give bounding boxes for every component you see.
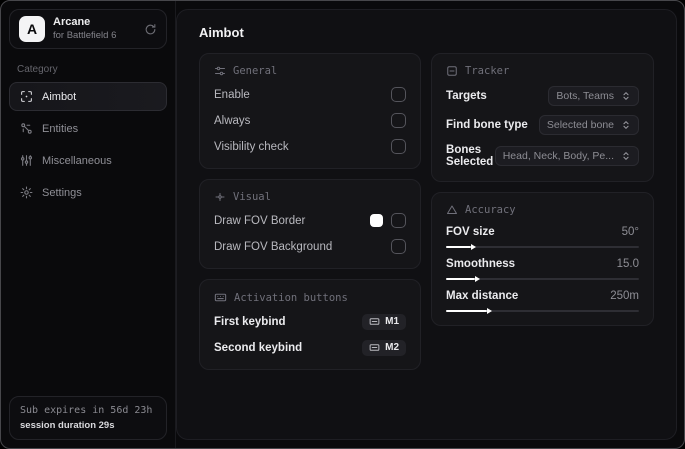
setting-row-always: Always <box>214 112 407 129</box>
slider-value: 50° <box>621 226 639 238</box>
chevrons-up-down-icon <box>621 91 631 101</box>
slider-label: Smoothness <box>446 258 516 270</box>
dropdown-value: Bots, Teams <box>556 90 614 102</box>
page-title: Aimbot <box>199 25 244 40</box>
sidebar: A Arcane for Battlefield 6 Category Aimb… <box>1 1 176 448</box>
setting-row-targets: Targets Bots, Teams <box>446 86 639 106</box>
category-label: Category <box>17 64 58 75</box>
setting-label: Find bone type <box>446 119 528 131</box>
setting-row-find-bone-type: Find bone type Selected bone <box>446 115 639 135</box>
main-panel: Aimbot General Enable Always Visibility … <box>176 9 677 440</box>
sidebar-nav: Aimbot Entities Miscellaneous Settings <box>9 82 167 207</box>
always-checkbox[interactable] <box>391 113 407 128</box>
refresh-icon[interactable] <box>144 23 157 36</box>
brand-subtitle: for Battlefield 6 <box>53 29 117 41</box>
slider-fill <box>446 243 477 250</box>
tune-icon <box>214 65 226 77</box>
brand-card: A Arcane for Battlefield 6 <box>9 9 167 49</box>
setting-label: Second keybind <box>214 341 303 354</box>
targets-dropdown[interactable]: Bots, Teams <box>548 86 639 106</box>
bones-selected-dropdown[interactable]: Head, Neck, Body, Pe... <box>494 146 639 166</box>
keyboard-icon <box>369 342 380 353</box>
setting-label: First keybind <box>214 315 286 328</box>
max-distance-slider[interactable] <box>446 307 639 314</box>
setting-label: Bones Selected <box>446 144 494 168</box>
sidebar-item-label: Entities <box>42 122 79 135</box>
visibility-check-checkbox[interactable] <box>391 139 407 154</box>
draw-fov-background-checkbox[interactable] <box>391 239 407 254</box>
slider-label: Max distance <box>446 290 519 302</box>
card-title: Activation buttons <box>234 291 348 304</box>
dropdown-value: Head, Neck, Body, Pe... <box>502 150 614 162</box>
dropdown-value: Selected bone <box>546 119 614 131</box>
keybind-value: M1 <box>385 316 400 327</box>
card-title: Visual <box>233 191 271 203</box>
card-title: Tracker <box>465 65 510 77</box>
fov-size-slider[interactable] <box>446 243 639 250</box>
gear-icon <box>20 186 33 199</box>
keyboard-icon <box>214 291 227 304</box>
triangle-icon <box>446 204 458 216</box>
second-keybind-button[interactable]: M2 <box>362 339 407 356</box>
setting-label: Targets <box>446 90 487 102</box>
setting-label: Draw FOV Border <box>214 214 306 227</box>
fov-border-color-swatch[interactable] <box>370 214 384 227</box>
sidebar-item-entities[interactable]: Entities <box>9 114 167 143</box>
slider-fill <box>446 307 492 314</box>
sub-expires-text: Sub expires in 56d 23h <box>20 405 153 416</box>
setting-row-visibility-check: Visibility check <box>214 138 407 155</box>
setting-row-bones-selected: Bones Selected Head, Neck, Body, Pe... <box>446 144 639 168</box>
slider-fill <box>446 275 480 282</box>
slider-value: 15.0 <box>616 258 639 270</box>
smoothness-slider[interactable] <box>446 275 639 282</box>
entities-icon <box>20 122 33 135</box>
tracker-card: Tracker Targets Bots, Teams Find bone ty… <box>431 53 654 182</box>
enable-checkbox[interactable] <box>391 87 407 102</box>
card-title: Accuracy <box>465 204 516 216</box>
brand-logo: A <box>19 16 45 42</box>
crosshair-icon <box>20 90 33 103</box>
setting-row-draw-fov-background: Draw FOV Background <box>214 238 407 255</box>
slider-value: 250m <box>610 290 639 302</box>
sidebar-item-settings[interactable]: Settings <box>9 178 167 207</box>
setting-row-first-keybind: First keybind M1 <box>214 313 407 330</box>
setting-row-second-keybind: Second keybind M2 <box>214 339 407 356</box>
chevrons-up-down-icon <box>621 120 631 130</box>
keyboard-icon <box>369 316 380 327</box>
app-window: A Arcane for Battlefield 6 Category Aimb… <box>0 0 685 449</box>
session-duration-text: session duration 29s <box>20 420 115 431</box>
accuracy-card: Accuracy FOV size 50° Smoothness 15.0 Ma… <box>431 192 654 326</box>
setting-label: Always <box>214 114 251 127</box>
card-title: General <box>233 65 278 77</box>
sidebar-item-miscellaneous[interactable]: Miscellaneous <box>9 146 167 175</box>
fov-size-slider-group: FOV size 50° <box>446 226 639 250</box>
smoothness-slider-group: Smoothness 15.0 <box>446 258 639 282</box>
chevrons-up-down-icon <box>621 151 631 161</box>
max-distance-slider-group: Max distance 250m <box>446 290 639 314</box>
find-bone-type-dropdown[interactable]: Selected bone <box>538 115 639 135</box>
first-keybind-button[interactable]: M1 <box>362 313 407 330</box>
sidebar-item-label: Settings <box>42 186 82 199</box>
setting-label: Enable <box>214 88 250 101</box>
subscription-card: Sub expires in 56d 23h session duration … <box>9 396 167 440</box>
draw-fov-border-checkbox[interactable] <box>391 213 407 228</box>
sidebar-item-label: Aimbot <box>42 90 77 103</box>
square-minus-icon <box>446 65 458 77</box>
keybind-value: M2 <box>385 342 400 353</box>
setting-row-draw-fov-border: Draw FOV Border <box>214 212 407 229</box>
setting-label: Visibility check <box>214 140 289 153</box>
slider-label: FOV size <box>446 226 495 238</box>
setting-row-enable: Enable <box>214 86 407 103</box>
brand-name: Arcane <box>53 16 91 29</box>
sliders-icon <box>214 191 226 203</box>
setting-label: Draw FOV Background <box>214 240 333 253</box>
visual-card: Visual Draw FOV Border Draw FOV Backgrou… <box>199 179 422 269</box>
activation-buttons-card: Activation buttons First keybind M1 Seco… <box>199 279 422 370</box>
general-card: General Enable Always Visibility check <box>199 53 422 169</box>
sidebar-item-label: Miscellaneous <box>42 154 112 167</box>
sidebar-item-aimbot[interactable]: Aimbot <box>9 82 167 111</box>
sliders-vertical-icon <box>20 154 33 167</box>
